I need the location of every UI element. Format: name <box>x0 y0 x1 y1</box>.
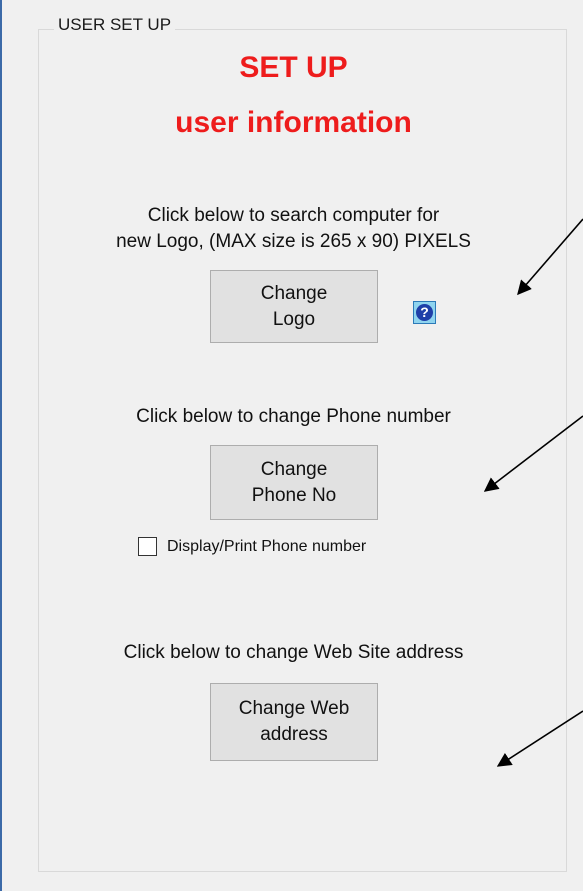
arrow-to-phone <box>483 415 583 492</box>
annotation-arrows <box>483 218 583 767</box>
arrow-to-web <box>496 710 583 767</box>
arrow-to-logo <box>517 218 583 296</box>
